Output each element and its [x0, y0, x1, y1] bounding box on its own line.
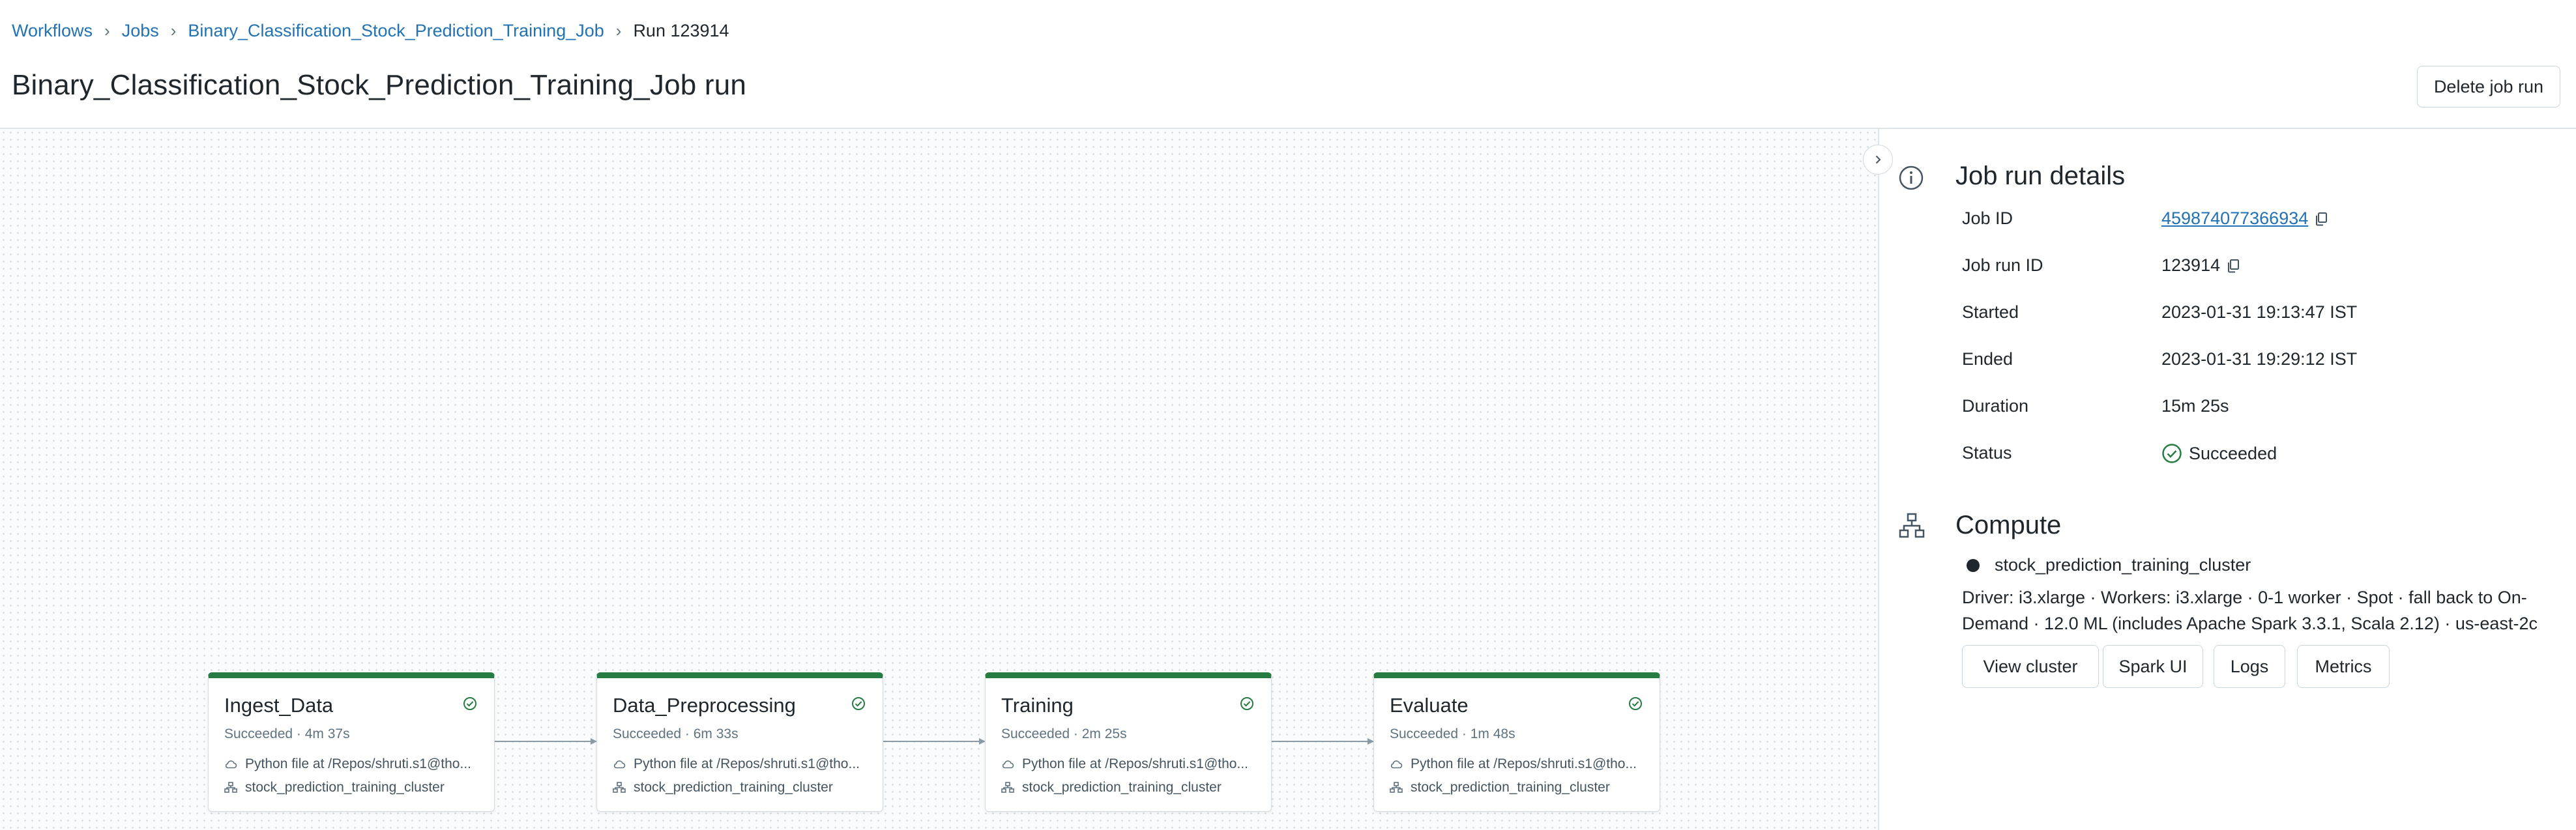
duration-label: Duration — [1962, 396, 2029, 416]
task-node-data-preprocessing[interactable]: Data_Preprocessing Succeeded · 6m 33s Py… — [596, 672, 883, 812]
breadcrumb-separator: › — [170, 20, 177, 40]
metrics-button[interactable]: Metrics — [2297, 645, 2390, 688]
job-id-link[interactable]: 459874077366934 — [2161, 208, 2308, 229]
breadcrumb-current-run: Run 123914 — [633, 20, 729, 40]
check-circle-icon — [463, 696, 477, 714]
breadcrumb: Workflows › Jobs › Binary_Classification… — [12, 20, 729, 42]
task-source: Python file at /Repos/shruti.s1@tho... — [1001, 756, 1248, 772]
collapse-panel-button[interactable] — [1863, 145, 1893, 175]
task-status: Succeeded · 2m 25s — [1001, 726, 1127, 741]
task-cluster: stock_prediction_training_cluster — [224, 780, 445, 795]
task-name: Evaluate — [1390, 694, 1469, 717]
panel-divider — [1878, 129, 1879, 830]
cluster-icon — [1001, 782, 1014, 793]
cloud-icon — [1002, 760, 1014, 769]
task-name: Ingest_Data — [224, 694, 334, 717]
task-status: Succeeded · 6m 33s — [613, 726, 739, 741]
breadcrumb-workflows[interactable]: Workflows — [12, 21, 93, 41]
breadcrumb-separator: › — [615, 20, 622, 40]
task-cluster: stock_prediction_training_cluster — [1390, 780, 1610, 795]
cluster-description: Driver: i3.xlarge · Workers: i3.xlarge ·… — [1962, 588, 2538, 633]
task-source: Python file at /Repos/shruti.s1@tho... — [1390, 756, 1637, 772]
logs-button[interactable]: Logs — [2214, 645, 2285, 688]
check-circle-icon — [1628, 696, 1643, 714]
delete-job-run-button[interactable]: Delete job run — [2417, 66, 2560, 107]
status-value: Succeeded — [2161, 443, 2277, 464]
page-title: Binary_Classification_Stock_Prediction_T… — [12, 69, 747, 101]
started-value: 2023-01-31 19:13:47 IST — [2161, 302, 2358, 322]
started-label: Started — [1962, 302, 2019, 322]
task-source: Python file at /Repos/shruti.s1@tho... — [224, 756, 471, 772]
check-circle-icon — [2162, 444, 2182, 463]
task-status: Succeeded · 4m 37s — [224, 726, 350, 741]
cloud-icon — [1390, 760, 1403, 769]
cluster-name: stock_prediction_training_cluster — [1995, 555, 2251, 575]
job-run-id-value: 123914 — [2161, 255, 2241, 276]
job-run-id-label: Job run ID — [1962, 255, 2043, 275]
status-label: Status — [1962, 443, 2012, 463]
cloud-icon — [613, 760, 626, 769]
copy-icon[interactable] — [2313, 211, 2329, 227]
info-icon — [1898, 165, 1924, 194]
compute-title: Compute — [1955, 511, 2062, 539]
cluster-icon — [224, 782, 237, 793]
task-name: Training — [1001, 694, 1074, 717]
cluster-icon — [613, 782, 626, 793]
task-cluster: stock_prediction_training_cluster — [613, 780, 833, 795]
task-node-training[interactable]: Training Succeeded · 2m 25s Python file … — [985, 672, 1272, 812]
details-panel — [1879, 129, 2576, 830]
chevron-right-icon — [1875, 155, 1881, 164]
job-run-details-title: Job run details — [1955, 162, 2126, 190]
task-name: Data_Preprocessing — [613, 694, 796, 717]
job-id-label: Job ID — [1962, 208, 2013, 228]
breadcrumb-jobs[interactable]: Jobs — [122, 21, 159, 41]
view-cluster-button[interactable]: View cluster — [1962, 645, 2099, 688]
compute-icon — [1898, 512, 1925, 543]
task-source: Python file at /Repos/shruti.s1@tho... — [613, 756, 860, 772]
job-id-value: 459874077366934 — [2161, 208, 2329, 229]
task-cluster: stock_prediction_training_cluster — [1001, 780, 1222, 795]
cloud-icon — [225, 760, 237, 769]
cluster-status-dot — [1967, 559, 1980, 572]
check-circle-icon — [851, 696, 866, 714]
ended-value: 2023-01-31 19:29:12 IST — [2161, 349, 2358, 369]
task-status: Succeeded · 1m 48s — [1390, 726, 1515, 741]
breadcrumb-job[interactable]: Binary_Classification_Stock_Prediction_T… — [188, 21, 604, 41]
task-node-ingest-data[interactable]: Ingest_Data Succeeded · 4m 37s Python fi… — [208, 672, 495, 812]
task-node-evaluate[interactable]: Evaluate Succeeded · 1m 48s Python file … — [1373, 672, 1660, 812]
spark-ui-button[interactable]: Spark UI — [2103, 645, 2203, 688]
breadcrumb-separator: › — [104, 20, 110, 40]
ended-label: Ended — [1962, 349, 2013, 369]
copy-icon[interactable] — [2225, 258, 2241, 274]
cluster-icon — [1390, 782, 1403, 793]
duration-value: 15m 25s — [2161, 396, 2229, 416]
check-circle-icon — [1240, 696, 1254, 714]
